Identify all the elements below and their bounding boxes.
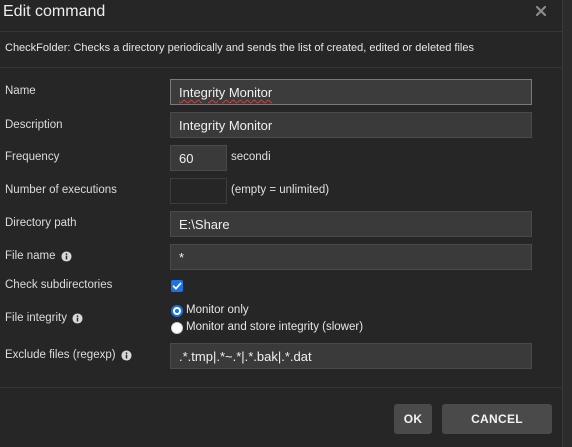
- radio-monitor-and-store-label: Monitor and store integrity (slower): [186, 321, 364, 333]
- cancel-button[interactable]: CANCEL: [442, 404, 552, 434]
- info-icon[interactable]: [72, 312, 83, 324]
- name-label-text: Name: [5, 85, 36, 97]
- executions-input[interactable]: [170, 178, 227, 204]
- frequency-label: Frequency: [5, 151, 59, 163]
- ok-button[interactable]: OK: [394, 404, 432, 434]
- info-icon[interactable]: [121, 349, 132, 361]
- exclude-label-text: Exclude files (regexp): [5, 349, 116, 361]
- file-name-input[interactable]: *: [170, 244, 532, 270]
- executions-hint: (empty = unlimited): [231, 184, 330, 196]
- edit-command-dialog: Edit command CheckFolder: Checks a direc…: [0, 0, 563, 447]
- radio-monitor-only[interactable]: [171, 305, 183, 317]
- description-input[interactable]: Integrity Monitor: [170, 112, 532, 138]
- executions-label-text: Number of executions: [5, 184, 117, 196]
- integrity-label-text: File integrity: [5, 312, 67, 324]
- directory-label-text: Directory path: [5, 217, 77, 229]
- close-icon[interactable]: [534, 4, 548, 18]
- subdirs-label-text: Check subdirectories: [5, 279, 113, 291]
- command-description: CheckFolder: Checks a directory periodic…: [5, 42, 474, 54]
- header-divider: [0, 31, 562, 32]
- subdirs-label: Check subdirectories: [5, 279, 112, 291]
- description-label: Description: [5, 119, 63, 131]
- check-icon: [172, 282, 182, 290]
- name-input[interactable]: Integrity Monitor: [170, 79, 532, 105]
- footer-divider: [0, 387, 562, 388]
- description-input-value: Integrity Monitor: [179, 118, 273, 133]
- exclude-input[interactable]: .*.tmp|.*~.*|.*.bak|.*.dat: [170, 343, 532, 369]
- frequency-label-text: Frequency: [5, 151, 60, 163]
- dialog-title: Edit command: [3, 3, 106, 20]
- directory-label: Directory path: [5, 217, 77, 229]
- description-label-text: Description: [5, 119, 63, 131]
- directory-input[interactable]: E:\Share: [170, 211, 532, 237]
- frequency-input-value: 60: [179, 151, 194, 166]
- directory-input-value: E:\Share: [179, 217, 230, 232]
- exclude-label: Exclude files (regexp): [5, 349, 132, 361]
- exclude-input-value: .*.tmp|.*~.*|.*.bak|.*.dat: [179, 349, 312, 364]
- frequency-unit: secondi: [231, 151, 271, 163]
- info-icon[interactable]: [60, 250, 72, 262]
- radio-monitor-only-label: Monitor only: [186, 304, 249, 316]
- file-name-label: File name: [5, 250, 72, 262]
- executions-label: Number of executions: [5, 184, 117, 196]
- file-name-input-value: *: [179, 250, 185, 265]
- file-name-label-text: File name: [5, 250, 56, 262]
- description-divider: [0, 67, 562, 68]
- background-window-edge: [563, 0, 572, 447]
- name-label: Name: [5, 85, 36, 97]
- name-input-value: Integrity Monitor: [179, 85, 273, 100]
- integrity-label: File integrity: [5, 312, 83, 324]
- radio-monitor-and-store[interactable]: [171, 322, 183, 334]
- frequency-input[interactable]: 60: [170, 145, 227, 171]
- subdirs-checkbox[interactable]: [171, 280, 183, 292]
